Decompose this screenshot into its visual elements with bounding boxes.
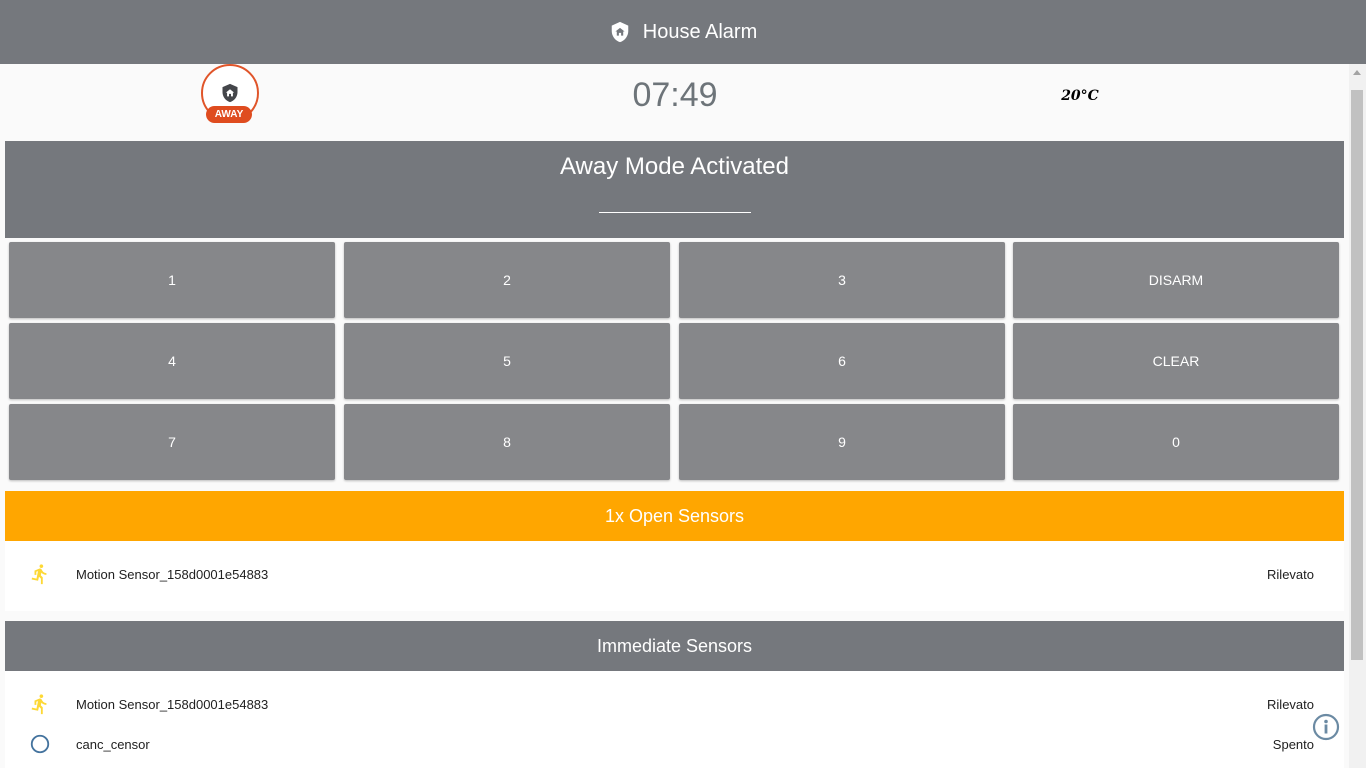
app-title: House Alarm bbox=[642, 20, 758, 43]
main-content: AWAY 07:49 20°C Away Mode Activated 1 2 … bbox=[0, 64, 1349, 768]
key-3[interactable]: 3 bbox=[679, 242, 1005, 318]
open-sensors-list: Motion Sensor_158d0001e54883 Rilevato bbox=[5, 541, 1344, 611]
code-input[interactable] bbox=[599, 212, 751, 213]
sensor-name: Motion Sensor_158d0001e54883 bbox=[76, 567, 269, 582]
key-9[interactable]: 9 bbox=[679, 404, 1005, 480]
list-item[interactable]: Motion Sensor_158d0001e54883 Rilevato bbox=[5, 560, 1344, 590]
disarm-button[interactable]: DISARM bbox=[1013, 242, 1339, 318]
sensor-state: Rilevato bbox=[1267, 567, 1314, 582]
scrollbar[interactable] bbox=[1349, 64, 1366, 768]
key-2[interactable]: 2 bbox=[344, 242, 670, 318]
scrollbar-thumb[interactable] bbox=[1351, 90, 1363, 660]
key-0[interactable]: 0 bbox=[1013, 404, 1339, 480]
mode-badge-label: AWAY bbox=[206, 106, 252, 123]
mode-card: Away Mode Activated bbox=[5, 141, 1344, 238]
sensor-name: canc_censor bbox=[76, 737, 150, 752]
circle-outline-icon bbox=[30, 734, 50, 754]
app-header: House Alarm bbox=[0, 0, 1366, 64]
shield-home-icon bbox=[611, 21, 628, 43]
info-icon[interactable] bbox=[1312, 713, 1340, 741]
sensor-state: Rilevato bbox=[1267, 697, 1314, 712]
immediate-sensors-header: Immediate Sensors bbox=[5, 621, 1344, 671]
immediate-sensors-list: Motion Sensor_158d0001e54883 Rilevato ca… bbox=[5, 671, 1344, 768]
key-5[interactable]: 5 bbox=[344, 323, 670, 399]
key-6[interactable]: 6 bbox=[679, 323, 1005, 399]
key-1[interactable]: 1 bbox=[9, 242, 335, 318]
temperature-display: 20°C bbox=[1061, 88, 1099, 104]
shield-home-icon bbox=[222, 83, 238, 103]
sensor-state: Spento bbox=[1272, 737, 1314, 752]
key-4[interactable]: 4 bbox=[9, 323, 335, 399]
clear-button[interactable]: CLEAR bbox=[1013, 323, 1339, 399]
clock-display: 07:49 bbox=[632, 76, 718, 114]
status-row: AWAY 07:49 20°C bbox=[5, 64, 1344, 141]
open-sensors-header: 1x Open Sensors bbox=[5, 491, 1344, 541]
sensor-name: Motion Sensor_158d0001e54883 bbox=[76, 697, 269, 712]
list-item[interactable]: canc_censor Spento bbox=[5, 730, 1344, 760]
list-item[interactable]: Motion Sensor_158d0001e54883 Rilevato bbox=[5, 690, 1344, 720]
key-8[interactable]: 8 bbox=[344, 404, 670, 480]
run-icon bbox=[31, 694, 47, 715]
mode-title: Away Mode Activated bbox=[559, 153, 790, 180]
run-icon bbox=[31, 564, 47, 585]
scroll-up-arrow-icon[interactable] bbox=[1353, 70, 1361, 75]
key-7[interactable]: 7 bbox=[9, 404, 335, 480]
keypad: 1 2 3 DISARM 4 5 6 CLEAR 7 8 9 0 bbox=[5, 238, 1344, 485]
